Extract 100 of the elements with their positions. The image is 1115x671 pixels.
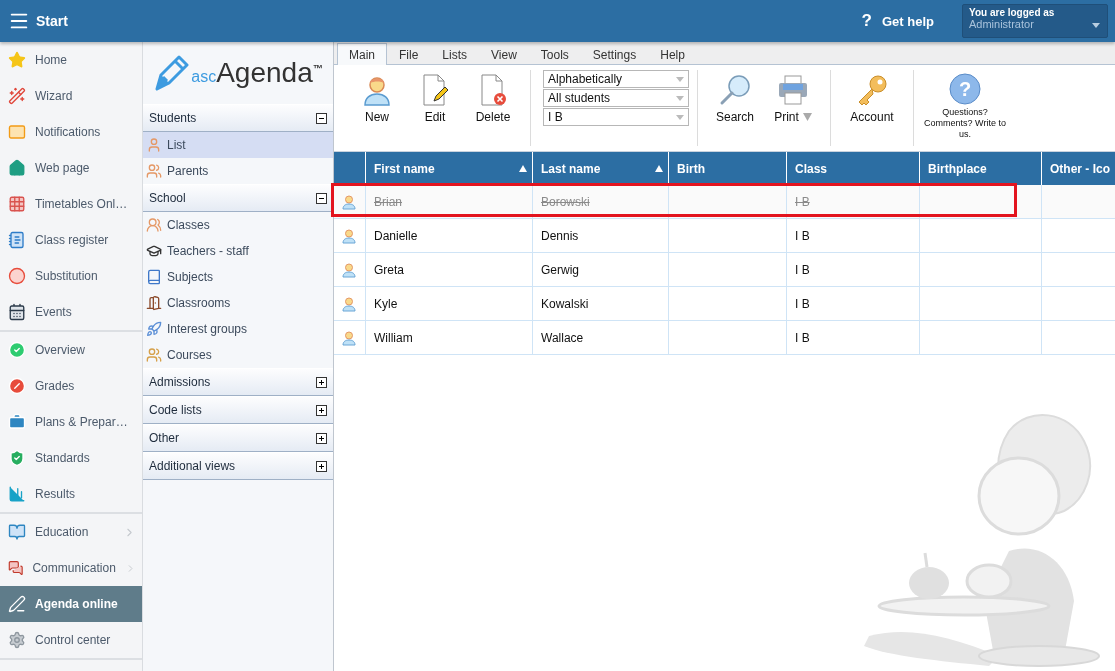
table-cell: Kyle xyxy=(366,287,533,321)
table-cell: Kowalski xyxy=(533,287,669,321)
account-button[interactable]: Account xyxy=(839,70,905,128)
account-dropdown[interactable]: You are logged as Administrator xyxy=(962,4,1108,38)
tree-section-header[interactable]: Other xyxy=(143,424,333,452)
pen-logo-icon xyxy=(153,53,190,93)
section-title: Additional views xyxy=(149,459,236,473)
column-header[interactable]: First name xyxy=(366,152,533,185)
chat-icon xyxy=(8,559,24,577)
toolbar-button[interactable]: Edit xyxy=(406,70,464,128)
delete-document-icon xyxy=(478,74,508,106)
tree-item[interactable]: Interest groups xyxy=(143,316,333,342)
tree-item[interactable]: Teachers - staff xyxy=(143,238,333,264)
nav-item[interactable]: Plans & Prepar… xyxy=(0,404,142,440)
tree-section-header[interactable]: Admissions xyxy=(143,368,333,396)
caret-icon xyxy=(1092,23,1100,28)
table-cell: Wallace xyxy=(533,321,669,355)
section-title: Students xyxy=(149,111,197,125)
nav-item[interactable]: Communication xyxy=(0,550,142,586)
nav-item[interactable]: Grades xyxy=(0,368,142,404)
people-icon xyxy=(146,217,162,233)
graduation-cap-icon xyxy=(146,243,162,259)
tree-section-header[interactable]: Code lists xyxy=(143,396,333,424)
nav-item[interactable]: Agenda online xyxy=(0,586,142,622)
check-circle-icon xyxy=(8,341,26,359)
briefcase-icon xyxy=(8,413,26,431)
collapse-icon[interactable] xyxy=(316,112,327,124)
ribbon-tab[interactable]: Settings xyxy=(580,43,649,65)
filter-select[interactable]: I B xyxy=(543,108,689,126)
toolbar-button[interactable]: Delete xyxy=(464,70,522,128)
dropdown-arrow-icon xyxy=(802,113,812,121)
nav-item[interactable]: Web page xyxy=(0,150,142,186)
nav-item[interactable]: Results xyxy=(0,476,142,512)
nav-item[interactable]: Events xyxy=(0,294,142,330)
table-cell: I B xyxy=(787,287,920,321)
toolbar-button[interactable]: New xyxy=(348,70,406,128)
caret-icon xyxy=(676,95,684,101)
expand-icon[interactable] xyxy=(316,404,327,416)
ribbon-tab[interactable]: Lists xyxy=(430,43,480,65)
column-header[interactable]: Last name xyxy=(533,152,669,185)
nav-item[interactable]: Overview xyxy=(0,332,142,368)
ribbon-tab[interactable]: File xyxy=(387,43,431,65)
ribbon-tab[interactable]: Help xyxy=(648,43,697,65)
nav-item[interactable]: Substitution xyxy=(0,258,142,294)
nav-item[interactable]: Standards xyxy=(0,440,142,476)
nav-item[interactable]: Class register xyxy=(0,222,142,258)
logo-wordmark: ascAgenda$^{™}$ xyxy=(191,57,323,89)
caret-icon xyxy=(676,114,684,120)
user-icon xyxy=(341,193,357,210)
ribbon-tab[interactable]: View xyxy=(479,43,529,65)
house-icon xyxy=(8,159,26,177)
filter-select[interactable]: Alphabetically xyxy=(543,70,689,88)
nav-item[interactable]: Timetables Onl… xyxy=(0,186,142,222)
collapse-icon[interactable] xyxy=(316,192,327,204)
envelope-icon xyxy=(8,123,26,141)
search-icon xyxy=(719,74,751,106)
app-title: Start xyxy=(36,13,69,29)
help-button[interactable]: ? Get help xyxy=(855,10,940,32)
tree-section-header[interactable]: School xyxy=(143,184,333,212)
nav-item[interactable]: Education xyxy=(0,514,142,550)
user-icon xyxy=(341,261,357,278)
tree-section-header[interactable]: Additional views xyxy=(143,452,333,480)
door-icon xyxy=(146,295,162,311)
gear-icon xyxy=(8,631,26,649)
grade-circle-icon xyxy=(8,377,26,395)
tree-item[interactable]: List xyxy=(143,132,333,158)
tree-item[interactable]: Parents xyxy=(143,158,333,184)
expand-icon[interactable] xyxy=(316,460,327,472)
tree-item[interactable]: Subjects xyxy=(143,264,333,290)
column-header[interactable]: Birth xyxy=(669,152,787,185)
tree-item[interactable]: Courses xyxy=(143,342,333,368)
section-title: Admissions xyxy=(149,375,211,389)
nav-item[interactable]: Notifications xyxy=(0,114,142,150)
expand-icon[interactable] xyxy=(316,376,327,388)
people-icon xyxy=(146,163,162,179)
toolbar-button[interactable]: Search xyxy=(706,70,764,128)
filter-select[interactable]: All students xyxy=(543,89,689,107)
toolbar-button[interactable]: Print xyxy=(764,70,822,128)
ribbon-tab[interactable]: Tools xyxy=(528,43,581,65)
people-icon xyxy=(146,347,162,363)
nav-item[interactable]: Home xyxy=(0,42,142,78)
rocket-icon xyxy=(146,321,162,337)
column-header[interactable]: Class xyxy=(787,152,920,185)
calendar-grid-icon xyxy=(8,195,26,213)
user-icon xyxy=(341,227,357,244)
section-title: Code lists xyxy=(149,403,202,417)
column-header[interactable]: Other - Ico xyxy=(1042,152,1115,185)
column-header[interactable]: Birthplace xyxy=(920,152,1042,185)
feedback-button[interactable]: ? Questions? Comments? Write to us. xyxy=(922,70,1008,143)
book-icon xyxy=(146,269,162,285)
expand-icon[interactable] xyxy=(316,432,327,444)
tree-item[interactable]: Classrooms xyxy=(143,290,333,316)
tree-item[interactable]: Classes xyxy=(143,212,333,238)
tree-section-header[interactable]: Students xyxy=(143,104,333,132)
nav-item[interactable]: Wizard xyxy=(0,78,142,114)
table-cell: Dennis xyxy=(533,219,669,253)
table-cell: Greta xyxy=(366,253,533,287)
user-icon xyxy=(146,137,162,153)
nav-item[interactable]: Control center xyxy=(0,622,142,658)
ribbon-tab[interactable]: Main xyxy=(337,43,387,65)
